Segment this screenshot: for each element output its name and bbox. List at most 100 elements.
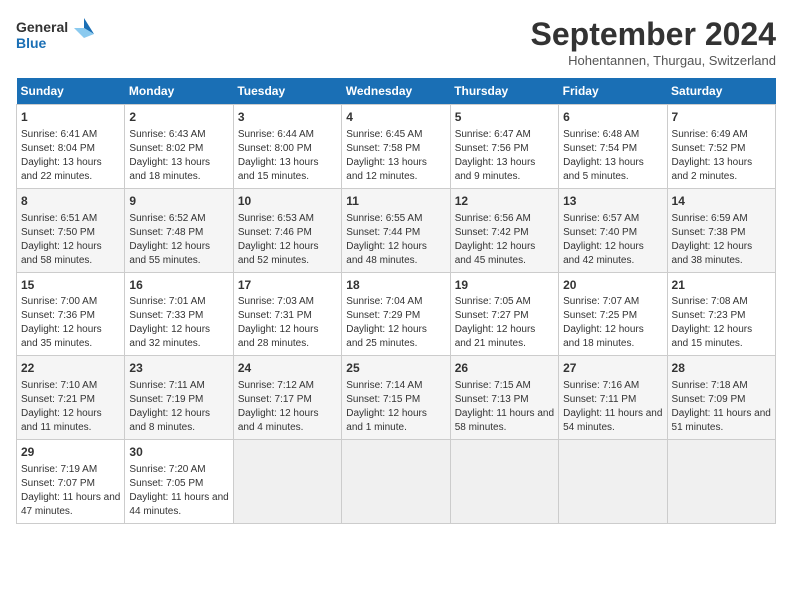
sunset: Sunset: 7:21 PM <box>21 394 95 405</box>
daylight: Daylight: 12 hours and 18 minutes. <box>563 324 644 349</box>
day-number: 23 <box>129 360 228 377</box>
calendar-cell: 14 Sunrise: 6:59 AM Sunset: 7:38 PM Dayl… <box>667 188 775 272</box>
sunrise: Sunrise: 6:43 AM <box>129 129 205 140</box>
weekday-header: Wednesday <box>342 78 450 105</box>
day-number: 22 <box>21 360 120 377</box>
calendar-cell: 30 Sunrise: 7:20 AM Sunset: 7:05 PM Dayl… <box>125 440 233 524</box>
daylight: Daylight: 13 hours and 2 minutes. <box>672 157 753 182</box>
calendar-cell: 5 Sunrise: 6:47 AM Sunset: 7:56 PM Dayli… <box>450 105 558 189</box>
calendar-cell <box>667 440 775 524</box>
calendar-cell <box>233 440 341 524</box>
sunset: Sunset: 7:54 PM <box>563 143 637 154</box>
sunset: Sunset: 7:17 PM <box>238 394 312 405</box>
daylight: Daylight: 12 hours and 58 minutes. <box>21 241 102 266</box>
sunset: Sunset: 7:29 PM <box>346 310 420 321</box>
daylight: Daylight: 12 hours and 4 minutes. <box>238 408 319 433</box>
daylight: Daylight: 12 hours and 45 minutes. <box>455 241 536 266</box>
sunset: Sunset: 7:48 PM <box>129 227 203 238</box>
sunrise: Sunrise: 6:53 AM <box>238 213 314 224</box>
sunrise: Sunrise: 7:15 AM <box>455 380 531 391</box>
daylight: Daylight: 11 hours and 54 minutes. <box>563 408 662 433</box>
sunrise: Sunrise: 7:16 AM <box>563 380 639 391</box>
weekday-header: Tuesday <box>233 78 341 105</box>
sunrise: Sunrise: 6:59 AM <box>672 213 748 224</box>
calendar-cell: 8 Sunrise: 6:51 AM Sunset: 7:50 PM Dayli… <box>17 188 125 272</box>
day-number: 7 <box>672 109 771 126</box>
calendar-cell: 28 Sunrise: 7:18 AM Sunset: 7:09 PM Dayl… <box>667 356 775 440</box>
sunset: Sunset: 7:07 PM <box>21 478 95 489</box>
sunrise: Sunrise: 7:01 AM <box>129 296 205 307</box>
month-title: September 2024 <box>531 16 776 53</box>
weekday-header: Thursday <box>450 78 558 105</box>
sunrise: Sunrise: 6:55 AM <box>346 213 422 224</box>
daylight: Daylight: 12 hours and 1 minute. <box>346 408 427 433</box>
calendar-cell: 4 Sunrise: 6:45 AM Sunset: 7:58 PM Dayli… <box>342 105 450 189</box>
calendar-cell: 21 Sunrise: 7:08 AM Sunset: 7:23 PM Dayl… <box>667 272 775 356</box>
daylight: Daylight: 12 hours and 15 minutes. <box>672 324 753 349</box>
calendar-cell: 24 Sunrise: 7:12 AM Sunset: 7:17 PM Dayl… <box>233 356 341 440</box>
logo-svg: General Blue <box>16 16 96 60</box>
calendar-cell: 19 Sunrise: 7:05 AM Sunset: 7:27 PM Dayl… <box>450 272 558 356</box>
sunset: Sunset: 7:52 PM <box>672 143 746 154</box>
sunrise: Sunrise: 7:00 AM <box>21 296 97 307</box>
sunrise: Sunrise: 7:04 AM <box>346 296 422 307</box>
day-number: 10 <box>238 193 337 210</box>
sunset: Sunset: 7:42 PM <box>455 227 529 238</box>
sunrise: Sunrise: 7:03 AM <box>238 296 314 307</box>
sunrise: Sunrise: 6:45 AM <box>346 129 422 140</box>
sunset: Sunset: 8:00 PM <box>238 143 312 154</box>
sunset: Sunset: 7:50 PM <box>21 227 95 238</box>
day-number: 12 <box>455 193 554 210</box>
sunset: Sunset: 7:56 PM <box>455 143 529 154</box>
calendar-cell: 13 Sunrise: 6:57 AM Sunset: 7:40 PM Dayl… <box>559 188 667 272</box>
calendar-cell: 15 Sunrise: 7:00 AM Sunset: 7:36 PM Dayl… <box>17 272 125 356</box>
calendar-cell: 18 Sunrise: 7:04 AM Sunset: 7:29 PM Dayl… <box>342 272 450 356</box>
daylight: Daylight: 12 hours and 35 minutes. <box>21 324 102 349</box>
weekday-header-row: SundayMondayTuesdayWednesdayThursdayFrid… <box>17 78 776 105</box>
sunset: Sunset: 7:19 PM <box>129 394 203 405</box>
sunset: Sunset: 7:27 PM <box>455 310 529 321</box>
daylight: Daylight: 13 hours and 12 minutes. <box>346 157 427 182</box>
sunrise: Sunrise: 7:19 AM <box>21 464 97 475</box>
day-number: 5 <box>455 109 554 126</box>
daylight: Daylight: 13 hours and 5 minutes. <box>563 157 644 182</box>
sunrise: Sunrise: 6:41 AM <box>21 129 97 140</box>
calendar-cell: 26 Sunrise: 7:15 AM Sunset: 7:13 PM Dayl… <box>450 356 558 440</box>
day-number: 4 <box>346 109 445 126</box>
sunrise: Sunrise: 6:57 AM <box>563 213 639 224</box>
sunset: Sunset: 7:46 PM <box>238 227 312 238</box>
day-number: 20 <box>563 277 662 294</box>
daylight: Daylight: 13 hours and 15 minutes. <box>238 157 319 182</box>
calendar-cell: 7 Sunrise: 6:49 AM Sunset: 7:52 PM Dayli… <box>667 105 775 189</box>
sunset: Sunset: 7:25 PM <box>563 310 637 321</box>
sunrise: Sunrise: 7:08 AM <box>672 296 748 307</box>
sunrise: Sunrise: 7:20 AM <box>129 464 205 475</box>
day-number: 15 <box>21 277 120 294</box>
daylight: Daylight: 11 hours and 51 minutes. <box>672 408 771 433</box>
calendar-cell: 27 Sunrise: 7:16 AM Sunset: 7:11 PM Dayl… <box>559 356 667 440</box>
weekday-header: Friday <box>559 78 667 105</box>
daylight: Daylight: 12 hours and 28 minutes. <box>238 324 319 349</box>
sunrise: Sunrise: 6:49 AM <box>672 129 748 140</box>
calendar-cell: 16 Sunrise: 7:01 AM Sunset: 7:33 PM Dayl… <box>125 272 233 356</box>
calendar-cell: 20 Sunrise: 7:07 AM Sunset: 7:25 PM Dayl… <box>559 272 667 356</box>
day-number: 16 <box>129 277 228 294</box>
daylight: Daylight: 12 hours and 32 minutes. <box>129 324 210 349</box>
sunrise: Sunrise: 6:48 AM <box>563 129 639 140</box>
calendar-cell: 1 Sunrise: 6:41 AM Sunset: 8:04 PM Dayli… <box>17 105 125 189</box>
daylight: Daylight: 13 hours and 22 minutes. <box>21 157 102 182</box>
day-number: 24 <box>238 360 337 377</box>
daylight: Daylight: 12 hours and 55 minutes. <box>129 241 210 266</box>
day-number: 3 <box>238 109 337 126</box>
daylight: Daylight: 12 hours and 8 minutes. <box>129 408 210 433</box>
day-number: 13 <box>563 193 662 210</box>
sunrise: Sunrise: 7:10 AM <box>21 380 97 391</box>
sunset: Sunset: 7:23 PM <box>672 310 746 321</box>
svg-text:Blue: Blue <box>16 35 47 51</box>
day-number: 29 <box>21 444 120 461</box>
calendar-cell: 9 Sunrise: 6:52 AM Sunset: 7:48 PM Dayli… <box>125 188 233 272</box>
page-header: General Blue September 2024 Hohentannen,… <box>16 16 776 68</box>
daylight: Daylight: 11 hours and 44 minutes. <box>129 492 228 517</box>
sunset: Sunset: 7:44 PM <box>346 227 420 238</box>
day-number: 2 <box>129 109 228 126</box>
